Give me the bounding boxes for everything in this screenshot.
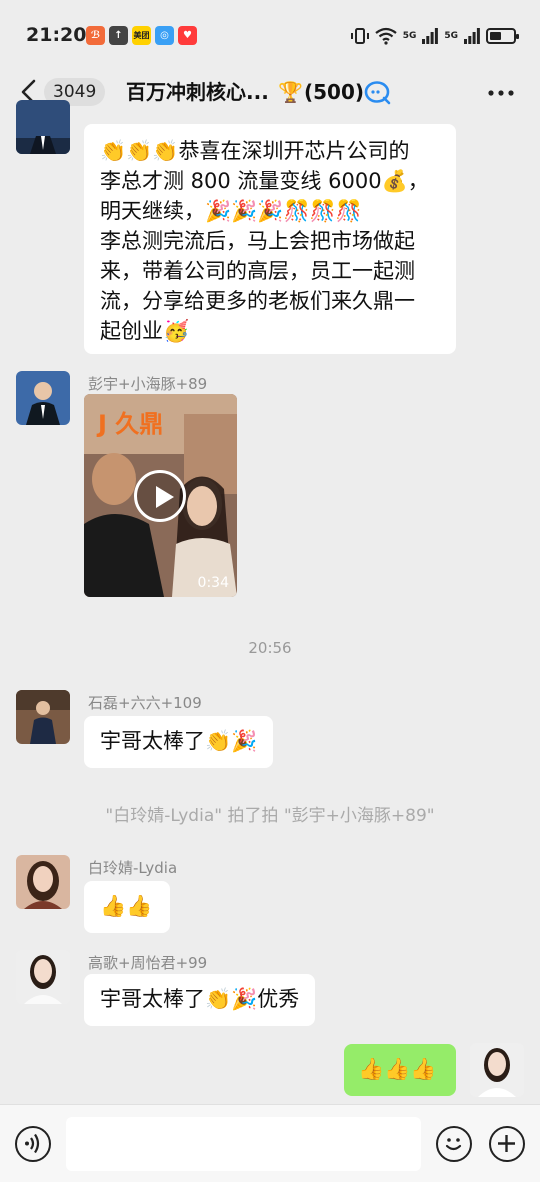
message-bubble[interactable]: 宇哥太棒了👏🎉 (84, 716, 274, 768)
message-line: 👏👏👏恭喜在深圳开芯片公司的 (100, 139, 410, 163)
video-duration: 0:34 (197, 575, 229, 591)
message-bubble-congrats[interactable]: 👏👏👏恭喜在深圳开芯片公司的 李总才测 800 流量变线 6000💰， 明天继续… (84, 124, 456, 354)
app-notification-icon: ℬ (86, 26, 105, 45)
emoji-button[interactable] (436, 1126, 472, 1162)
app-notification-icon-3: ♥ (178, 26, 197, 45)
chat-header: 3049 百万冲刺核心... 🏆 (500) (0, 68, 540, 118)
avatar-gaoge[interactable] (16, 950, 70, 1004)
sender-name: 彭宇+小海豚+89 (88, 375, 208, 393)
member-count: (500) (304, 80, 365, 104)
avatar-self[interactable] (470, 1043, 524, 1097)
status-app-icons: ℬ ↑ 美团 ◎ ♥ (86, 26, 197, 45)
avatar-pengyu[interactable] (16, 371, 70, 425)
message-input[interactable] (66, 1117, 421, 1171)
message-line: 李总测完流后，马上会把市场做起 (100, 229, 415, 253)
message-line: 流，分享给更多的老板们来久鼎一 (100, 289, 415, 313)
avatar-image (16, 371, 70, 425)
group-chat-icon (364, 81, 391, 105)
voice-input-button[interactable] (15, 1126, 51, 1162)
vibrate-icon (350, 28, 369, 44)
message-line: 起创业🥳 (100, 319, 190, 343)
meituan-notification-icon: 美团 (132, 26, 151, 45)
status-bar: 21:20 ℬ ↑ 美团 ◎ ♥ 5G 5G (0, 0, 540, 68)
sender-name: 石磊+六六+109 (88, 694, 202, 712)
play-icon[interactable] (134, 470, 186, 522)
avatar-image (16, 855, 70, 909)
sender-name: 白玲婧-Lydia (88, 859, 178, 877)
message-line: 明天继续，🎉🎉🎉🎊🎊🎊 (100, 199, 362, 223)
avatar-image (470, 1043, 524, 1097)
status-indicators: 5G 5G (350, 26, 519, 46)
network-label-2: 5G (444, 31, 458, 41)
message-text: 👍👍👍 (358, 1057, 437, 1081)
sender-name: 高歌+周怡君+99 (88, 954, 208, 972)
video-message[interactable]: J 久鼎 0:34 (84, 394, 237, 597)
message-bubble[interactable]: 宇哥太棒了👏🎉优秀 (84, 974, 316, 1026)
plus-icon (498, 1135, 515, 1152)
time-separator: 20:56 (248, 639, 292, 657)
trophy-emoji: 🏆 (278, 80, 303, 104)
self-message-bubble[interactable]: 👍👍👍 (344, 1044, 456, 1096)
video-logo-text: J 久鼎 (98, 410, 164, 438)
avatar-image (16, 950, 70, 1004)
message-text: 宇哥太棒了👏🎉 (100, 729, 258, 753)
signal-icon (422, 28, 439, 44)
signal-icon-2 (464, 28, 480, 44)
upload-notification-icon: ↑ (109, 26, 128, 45)
chat-title[interactable]: 百万冲刺核心... (126, 78, 269, 106)
more-options-icon[interactable] (488, 90, 514, 96)
battery-level (490, 32, 501, 40)
voice-icon (25, 1133, 40, 1154)
input-bar (0, 1104, 540, 1182)
message-text: 👍👍 (100, 894, 153, 918)
wifi-icon (375, 27, 397, 45)
avatar-image (16, 690, 70, 744)
avatar-lydia[interactable] (16, 855, 70, 909)
emoji-icon (445, 1138, 462, 1151)
more-functions-button[interactable] (489, 1126, 525, 1162)
message-text: 宇哥太棒了👏🎉优秀 (100, 987, 300, 1011)
app-notification-icon-2: ◎ (155, 26, 174, 45)
system-notice: "白玲婧-Lydia" 拍了拍 "彭宇+小海豚+89" (105, 806, 435, 826)
avatar-shilei[interactable] (16, 690, 70, 744)
avatar-image (16, 100, 70, 154)
avatar[interactable] (16, 100, 70, 154)
status-time: 21:20 (26, 24, 87, 46)
message-line: 来，带着公司的高层，员工一起测 (100, 259, 415, 283)
battery-icon (486, 28, 519, 44)
network-label: 5G (402, 31, 417, 41)
message-bubble[interactable]: 👍👍 (84, 881, 170, 933)
message-line: 李总才测 800 流量变线 6000💰， (100, 169, 429, 193)
